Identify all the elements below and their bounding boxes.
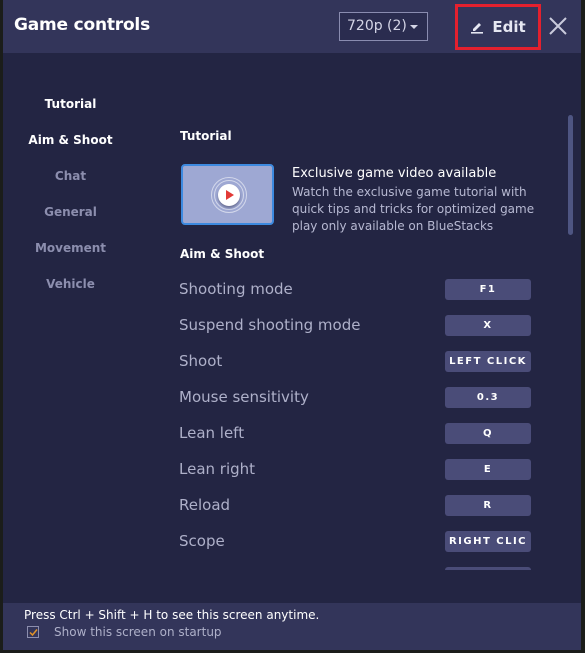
control-row: Reload R [175, 488, 565, 524]
video-description: Watch the exclusive game tutorial with q… [292, 185, 535, 233]
control-row: Shooting mode F1 [175, 272, 565, 308]
section-title-tutorial: Tutorial [180, 129, 232, 143]
control-row: Lean right E [175, 452, 565, 488]
key-binding-button[interactable]: RIGHT CLIC [445, 531, 531, 552]
close-icon [549, 17, 567, 35]
section-title-aim-shoot: Aim & Shoot [180, 247, 265, 261]
pencil-icon [471, 23, 484, 34]
caret-down-icon [410, 25, 418, 29]
key-binding-button[interactable] [445, 567, 531, 570]
sidebar-item-movement[interactable]: Movement [3, 234, 138, 270]
key-binding-button[interactable]: LEFT CLICK [445, 351, 531, 372]
video-title: Exclusive game video available [292, 166, 497, 181]
control-label: Scope [179, 532, 225, 550]
control-label: Shoot [179, 352, 223, 370]
control-label: Mouse sensitivity [179, 388, 309, 406]
control-row: Lean left Q [175, 416, 565, 452]
key-binding-button[interactable]: X [445, 315, 531, 336]
checkmark-icon [29, 629, 38, 637]
control-row: Scope RIGHT CLIC [175, 524, 565, 560]
shortcut-hint: Press Ctrl + Shift + H to see this scree… [24, 608, 320, 622]
control-row: Shoot LEFT CLICK [175, 344, 565, 380]
controls-content: Tutorial Exclusive game video available … [175, 56, 565, 570]
resolution-select[interactable]: 720p (2) [339, 12, 428, 41]
sidebar-item-chat[interactable]: Chat [3, 162, 138, 198]
control-label: Lean left [179, 424, 245, 442]
game-controls-dialog: Game controls 720p (2) Edit Tutorial Aim… [3, 0, 581, 650]
key-binding-button[interactable]: 0.3 [445, 387, 531, 408]
sidebar-item-vehicle[interactable]: Vehicle [3, 270, 138, 306]
dialog-title: Game controls [14, 15, 150, 35]
control-label: Lean right [179, 460, 256, 478]
edit-button[interactable]: Edit [455, 4, 541, 50]
sidebar-item-aim-shoot[interactable]: Aim & Shoot [3, 126, 138, 162]
key-binding-button[interactable]: E [445, 459, 531, 480]
key-binding-button[interactable]: R [445, 495, 531, 516]
content-scrollbar[interactable] [568, 115, 573, 235]
control-label: Reload [179, 496, 231, 514]
dialog-footer: Press Ctrl + Shift + H to see this scree… [3, 603, 581, 650]
edit-button-label: Edit [492, 18, 526, 36]
control-label: Suspend shooting mode [179, 316, 361, 334]
sidebar-item-tutorial[interactable]: Tutorial [3, 90, 138, 126]
play-icon [218, 184, 240, 206]
resolution-select-value: 720p (2) [347, 18, 407, 34]
close-button[interactable] [547, 15, 569, 37]
dialog-header: Game controls 720p (2) Edit [3, 0, 581, 53]
control-row-partial [175, 560, 565, 570]
startup-checkbox[interactable] [27, 626, 39, 638]
control-row: Suspend shooting mode X [175, 308, 565, 344]
sidebar: Tutorial Aim & Shoot Chat General Moveme… [3, 90, 138, 306]
controls-list: Shooting mode F1 Suspend shooting mode X… [175, 272, 565, 570]
startup-checkbox-label[interactable]: Show this screen on startup [54, 625, 222, 639]
control-row: Mouse sensitivity 0.3 [175, 380, 565, 416]
tutorial-video-thumbnail[interactable] [181, 164, 274, 225]
sidebar-item-general[interactable]: General [3, 198, 138, 234]
control-label: Shooting mode [179, 280, 293, 298]
key-binding-button[interactable]: F1 [445, 279, 531, 300]
key-binding-button[interactable]: Q [445, 423, 531, 444]
